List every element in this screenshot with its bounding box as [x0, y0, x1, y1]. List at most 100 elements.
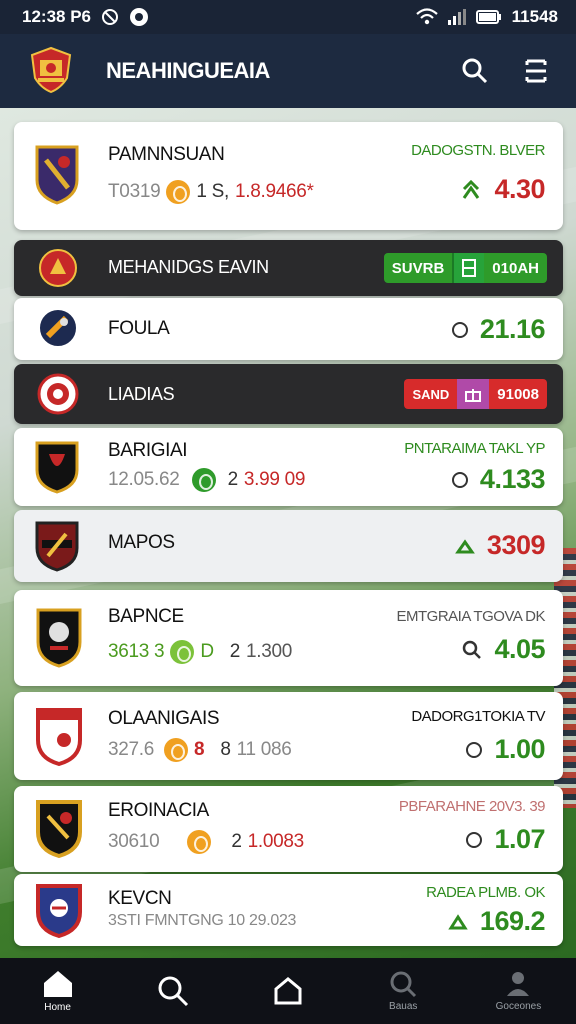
odds-button[interactable]: 1.00 — [466, 734, 545, 765]
odds-value: 169.2 — [479, 906, 546, 936]
odds-value: 1.07 — [494, 824, 545, 854]
market-label: RADEA PLMB. OK — [426, 884, 545, 901]
match-card[interactable]: BAPNCE 3613 3 D 2 1.300 EMTGRAIA TGOVA D… — [14, 590, 563, 686]
nav-profile[interactable]: Goceones — [461, 958, 576, 1024]
blocked-icon — [101, 8, 119, 26]
search-button[interactable] — [458, 54, 492, 88]
coin-icon — [191, 468, 216, 492]
match-card[interactable]: LIADIAS SAND 91008 — [14, 364, 563, 424]
team-crest — [34, 882, 84, 939]
coin-icon — [164, 738, 189, 762]
match-card[interactable]: MAPOS 3309 — [14, 510, 563, 582]
pill-label: SUVRB — [383, 253, 453, 283]
team-crest — [36, 372, 80, 416]
trend-icon — [448, 913, 468, 929]
team-name: MEHANIDGS EAVIN — [108, 257, 269, 277]
match-card[interactable]: EROINACIA 30610 2 1.0083 PBFARAHNE 20V3.… — [14, 786, 563, 872]
odds-button[interactable]: 21.16 — [451, 314, 546, 345]
team-crest — [36, 246, 80, 290]
nav-label: Home — [44, 1002, 71, 1013]
team-crest — [36, 306, 80, 350]
match-info: 3STI FMNTGNG 10 29.023 — [108, 912, 296, 930]
house-outline-icon — [274, 977, 302, 1005]
status-circle-icon — [451, 471, 468, 488]
team-name: LIADIAS — [108, 384, 175, 404]
trend-icon — [455, 538, 475, 553]
odds-button[interactable]: 1.07 — [466, 824, 545, 855]
nav-home[interactable]: Home — [0, 958, 115, 1024]
match-info-code: T0319 — [108, 181, 161, 202]
status-time: 12:38 P6 — [22, 7, 91, 26]
team-crest — [34, 520, 80, 572]
match-info-count: 2 — [227, 469, 239, 490]
match-info-value: 1.300 — [246, 641, 293, 662]
match-info-value: 3.99 09 — [243, 469, 306, 490]
search-small-icon — [463, 640, 482, 659]
match-info-count: 2 — [231, 831, 242, 852]
team-crest — [34, 440, 80, 494]
battery-icon — [475, 10, 502, 24]
coin-icon — [170, 640, 195, 664]
team-name: PAMNNSUAN — [108, 144, 225, 165]
match-card[interactable]: PAMNNSUAN T0319 1 S, 1.8.9466* DADOGSTN.… — [14, 122, 563, 230]
odds-button[interactable]: 3309 — [455, 530, 546, 561]
match-info: 30610 2 1.0083 — [108, 830, 304, 854]
nav-explore[interactable]: Bauas — [346, 958, 461, 1024]
menu-button[interactable] — [519, 54, 553, 88]
bottom-navigation: Home Bauas Goceones — [0, 958, 576, 1024]
menu-icon — [525, 59, 547, 83]
team-name: MAPOS — [108, 532, 175, 553]
odds-value: 4.05 — [494, 634, 545, 664]
market-label: PBFARAHNE 20V3. 39 — [398, 798, 546, 815]
match-card[interactable]: OLAANIGAIS 327.6 8 8 11 086 DADORG1TOKIA… — [14, 692, 563, 780]
odds-button[interactable]: 4.30 — [460, 174, 545, 205]
odds-button[interactable]: 4.05 — [462, 634, 545, 665]
status-circle-icon — [466, 741, 483, 758]
odds-button[interactable]: 169.2 — [448, 906, 546, 937]
profile-icon — [507, 972, 530, 996]
nav-search[interactable] — [115, 958, 230, 1024]
team-name: EROINACIA — [108, 800, 209, 821]
pill-label: SAND — [404, 379, 458, 409]
home-icon — [43, 971, 72, 997]
match-info: 327.6 8 8 11 086 — [108, 738, 292, 762]
app-logo — [30, 46, 72, 94]
match-info-count: 1 S, — [196, 181, 229, 202]
match-card[interactable]: FOULA 21.16 — [14, 298, 563, 360]
odds-value: 4.30 — [494, 174, 545, 204]
match-info-mark: 8 — [194, 739, 205, 760]
market-label: DADOGSTN. BLVER — [411, 142, 545, 159]
team-crest — [34, 706, 84, 767]
team-name: OLAANIGAIS — [108, 708, 220, 729]
match-info: 12.05.62 2 3.99 09 — [108, 468, 305, 492]
team-crest — [34, 604, 84, 668]
odds-value: 3309 — [486, 530, 546, 560]
app-notification-icon — [129, 7, 149, 27]
odds-value: 4.133 — [479, 464, 546, 494]
search-icon — [462, 58, 488, 84]
team-name: KEVCN — [108, 888, 172, 909]
match-info-code: 327.6 — [108, 739, 155, 760]
nav-label: Bauas — [389, 1001, 418, 1012]
team-crest — [34, 798, 84, 859]
match-info-count: 2 — [229, 641, 241, 662]
status-circle-icon — [466, 831, 483, 848]
match-info-code: 3613 3 — [108, 641, 165, 662]
signal-icon — [447, 9, 466, 25]
odds-pill[interactable]: SUVRB 010AH — [383, 253, 547, 283]
odds-value: 21.16 — [479, 314, 546, 344]
odds-value: 1.00 — [494, 734, 545, 764]
match-card[interactable]: KEVCN 3STI FMNTGNG 10 29.023 RADEA PLMB.… — [14, 874, 563, 946]
sub-icon — [452, 253, 485, 283]
odds-button[interactable]: 4.133 — [451, 464, 546, 495]
nav-house[interactable] — [230, 958, 345, 1024]
match-info-value: 1.0083 — [247, 831, 305, 852]
odds-pill[interactable]: SAND 91008 — [404, 379, 547, 409]
match-info-count: 8 — [220, 739, 231, 760]
match-info-code: 12.05.62 — [108, 469, 180, 490]
match-card[interactable]: BARIGIAI 12.05.62 2 3.99 09 PNTARAIMA TA… — [14, 428, 563, 506]
match-card[interactable]: MEHANIDGS EAVIN SUVRB 010AH — [14, 240, 563, 296]
match-info-code: 30610 — [108, 831, 160, 852]
app-bar: NEAHINGUEAIA — [0, 34, 576, 108]
team-name: BARIGIAI — [108, 440, 188, 461]
